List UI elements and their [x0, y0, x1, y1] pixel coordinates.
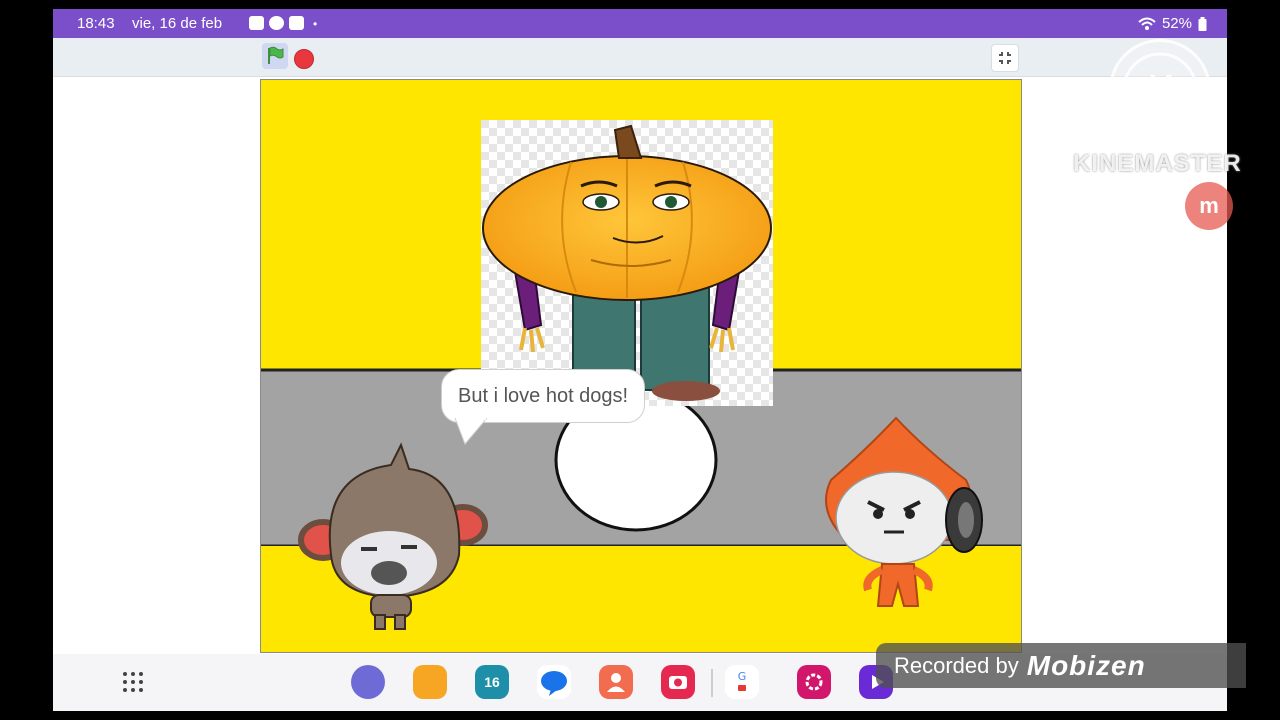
dock-divider [711, 669, 713, 697]
messages-icon[interactable] [537, 665, 571, 699]
speech-bubble-text: But i love hot dogs! [458, 384, 629, 407]
green-flag-icon [268, 46, 284, 64]
calendar-icon[interactable]: 16 [475, 665, 509, 699]
battery-icon [1198, 16, 1207, 31]
calendar-day: 16 [484, 674, 500, 690]
kinemaster-logo-icon: K [1109, 39, 1211, 141]
speech-bubble-tail [454, 418, 488, 445]
pico-character-sprite[interactable] [806, 410, 986, 625]
recorded-by-text: Recorded by [894, 652, 1019, 678]
mobizen-badge-letter: m [1199, 193, 1219, 218]
camera-icon[interactable] [661, 665, 695, 699]
internet-icon[interactable] [351, 665, 385, 699]
status-date: vie, 16 de feb [132, 15, 223, 32]
scratch-stage[interactable] [260, 79, 1022, 653]
kinemaster-watermark: KINEMASTER [1073, 150, 1242, 177]
mobizen-recording-watermark: Recorded by Mobizen [876, 643, 1246, 688]
gallery-icon[interactable] [797, 665, 831, 699]
exit-fullscreen-icon [999, 52, 1011, 64]
status-time: 18:43 [77, 15, 115, 32]
all-apps-icon[interactable] [122, 671, 144, 693]
speech-bubble: But i love hot dogs! [441, 369, 646, 423]
notification-icon [249, 16, 264, 30]
green-flag-button[interactable] [262, 43, 288, 69]
battery-percent: 52% [1161, 15, 1192, 32]
stop-button[interactable] [294, 49, 314, 69]
mobizen-brand-text: Mobizen [1026, 649, 1146, 681]
wifi-icon [1138, 17, 1156, 30]
exit-fullscreen-button[interactable] [991, 44, 1019, 72]
status-bar: 18:43 vie, 16 de feb • 52% [53, 9, 1227, 38]
files-icon[interactable] [413, 665, 447, 699]
device-screen: 18:43 vie, 16 de feb • 52% But i love ho… [53, 9, 1227, 711]
more-notifications-dot: • [313, 16, 318, 31]
scratch-toolbar [53, 38, 1227, 77]
mobizen-notification-icon [269, 16, 284, 30]
monkey-character-sprite[interactable] [291, 435, 491, 635]
mobizen-floating-button[interactable]: m [1185, 182, 1233, 230]
google-icon[interactable]: G [725, 665, 759, 699]
svg-text:G: G [738, 670, 747, 683]
contacts-icon[interactable] [599, 665, 633, 699]
pumpkin-character-sprite[interactable] [481, 120, 773, 406]
youtube-notification-icon [289, 16, 304, 30]
status-right: 52% [1138, 15, 1207, 32]
kinemaster-logo-letter: K [1147, 68, 1175, 114]
kinemaster-k-icon: K [1122, 52, 1198, 128]
